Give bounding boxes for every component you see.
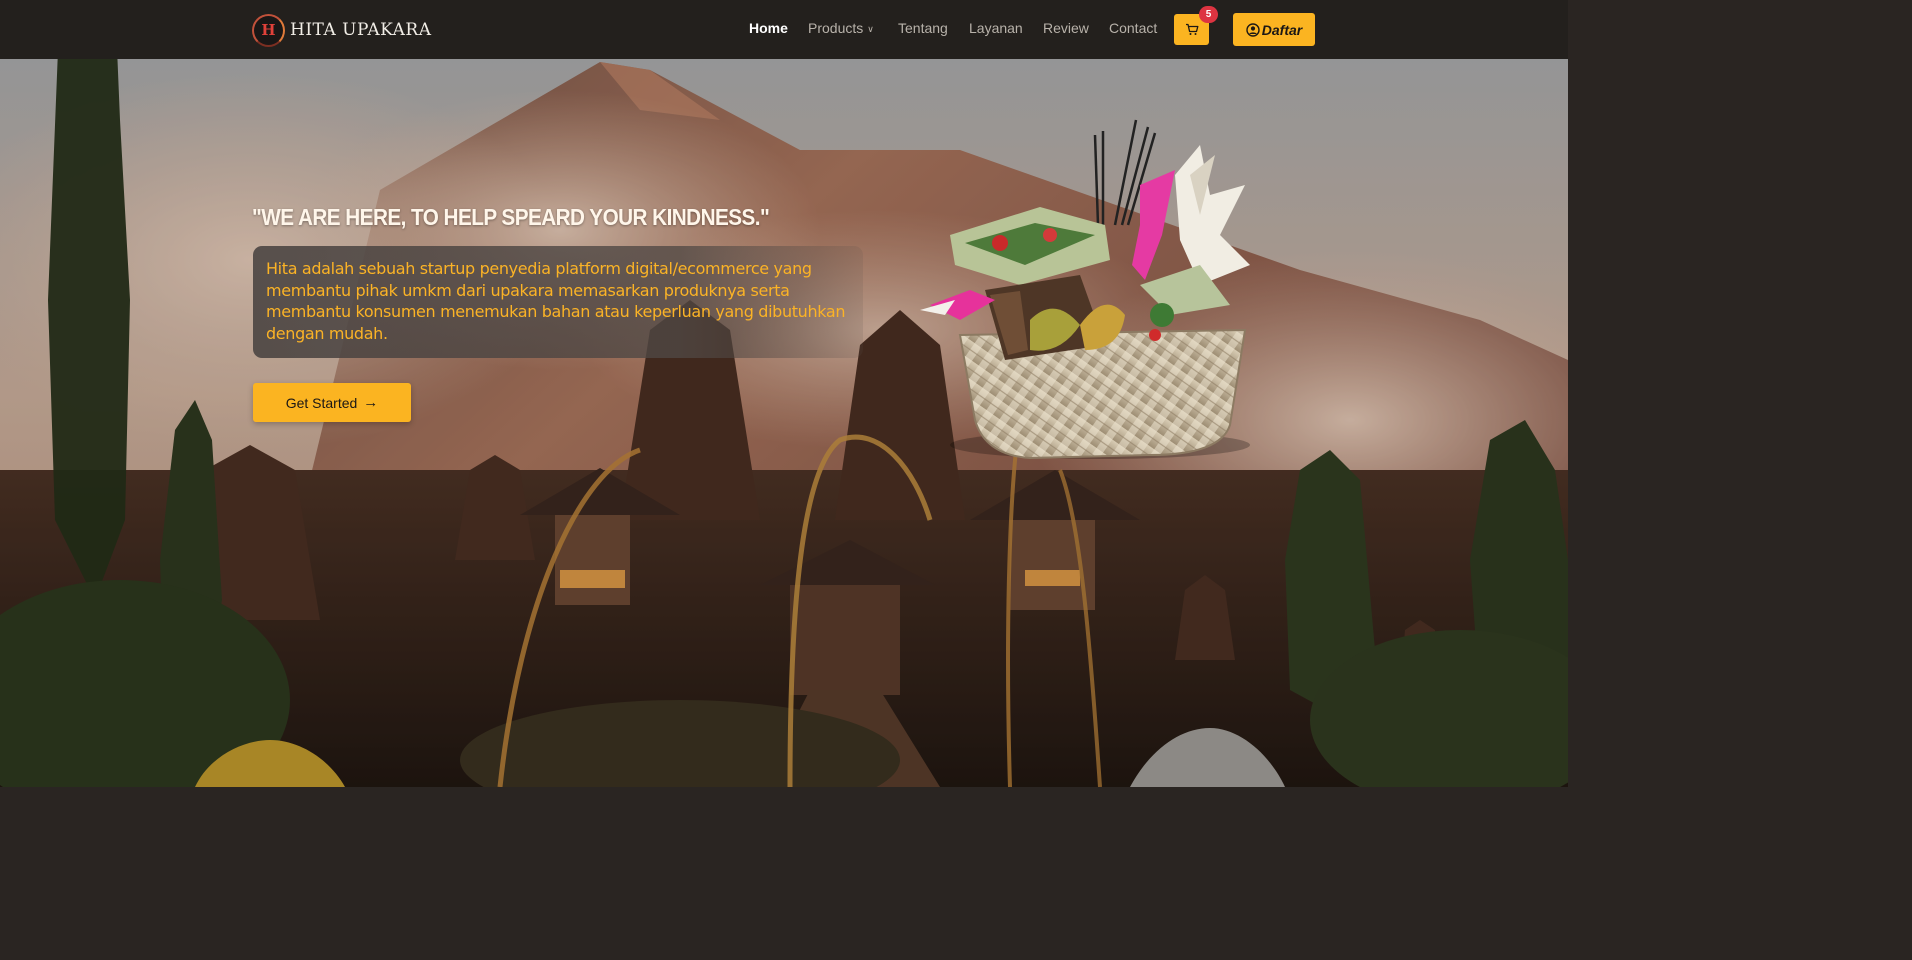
register-button[interactable]: Daftar <box>1233 13 1315 46</box>
user-circle-icon <box>1246 22 1260 37</box>
register-button-label: Daftar <box>1261 21 1303 38</box>
cart-count-badge: 5 <box>1199 6 1218 23</box>
navbar: H HITA UPAKARA Home Products ∨ Tentang La… <box>0 0 1568 59</box>
nav-links: Home Products ∨ Tentang Layanan Review Co… <box>0 0 1568 59</box>
chevron-down-icon: ∨ <box>867 24 874 34</box>
nav-link-tentang[interactable]: Tentang <box>898 20 948 36</box>
hero-headline: "WE ARE HERE, TO HELP SPEARD YOUR KINDNE… <box>252 204 770 230</box>
nav-link-home[interactable]: Home <box>749 20 788 36</box>
get-started-button[interactable]: Get Started → <box>253 383 411 422</box>
hero-description-box: Hita adalah sebuah startup penyedia plat… <box>253 246 863 358</box>
canang-offering-illustration <box>920 119 1250 460</box>
nav-link-products-label: Products <box>808 20 864 36</box>
nav-link-products[interactable]: Products ∨ <box>808 20 874 36</box>
get-started-label: Get Started <box>285 394 358 411</box>
nav-link-contact[interactable]: Contact <box>1109 20 1157 36</box>
temple-mountain-scene <box>0 0 1568 787</box>
nav-link-review[interactable]: Review <box>1043 20 1089 36</box>
offering-basket-image <box>900 115 1275 465</box>
arrow-right-icon: → <box>363 394 379 411</box>
hero-background <box>0 0 1568 787</box>
cart-icon <box>1185 23 1198 35</box>
nav-link-layanan[interactable]: Layanan <box>969 20 1023 36</box>
hero-description: Hita adalah sebuah startup penyedia plat… <box>266 259 846 343</box>
